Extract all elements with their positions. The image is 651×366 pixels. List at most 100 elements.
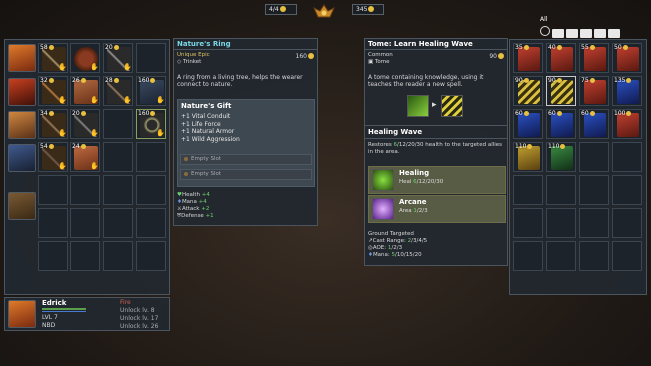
hand-icon: ✋ xyxy=(58,162,67,170)
store-slot[interactable]: 35 xyxy=(513,43,543,73)
filter-label: All xyxy=(540,16,548,23)
store-slot[interactable] xyxy=(513,175,543,205)
inventory-slot[interactable] xyxy=(38,208,68,238)
gem-slot[interactable]: Empty Slot xyxy=(180,154,312,165)
store-slot[interactable] xyxy=(579,175,609,205)
character-portrait xyxy=(8,300,36,328)
inventory-slot[interactable]: 28 ✋ xyxy=(103,76,133,106)
tooltip-title: Nature's Ring xyxy=(177,40,231,48)
store-slot[interactable] xyxy=(513,208,543,238)
item-price: 135 xyxy=(614,77,631,84)
store-slot[interactable]: 110 xyxy=(546,142,576,172)
store-slot[interactable]: 40 xyxy=(546,43,576,73)
healing-icon xyxy=(372,169,394,191)
hero-portrait-2[interactable] xyxy=(8,78,36,106)
inventory-slot[interactable] xyxy=(136,175,166,205)
store-slot[interactable]: 60 xyxy=(513,109,543,139)
store-slot[interactable] xyxy=(546,175,576,205)
filter-all-icon[interactable] xyxy=(540,26,550,36)
book-small-icon: ▣ xyxy=(368,59,374,65)
stat-label: Health xyxy=(181,192,200,198)
inventory-slot[interactable] xyxy=(136,142,166,172)
inventory-slot[interactable]: 20 ✋ xyxy=(70,109,100,139)
store-slot[interactable] xyxy=(612,241,642,271)
filter-trinkets-icon[interactable] xyxy=(580,29,592,38)
hero-portrait-1[interactable] xyxy=(8,44,36,72)
tag-text: /12/20/30 xyxy=(416,179,444,185)
divider xyxy=(365,125,507,126)
inventory-slot[interactable] xyxy=(70,208,100,238)
item-price: 40 xyxy=(548,44,562,51)
hand-icon: ✋ xyxy=(156,96,165,104)
inventory-slot[interactable] xyxy=(103,241,133,271)
store-slot[interactable] xyxy=(612,175,642,205)
spell-name: Healing Wave xyxy=(368,128,423,136)
store-slot[interactable] xyxy=(579,241,609,271)
stat-health: ♥Health +4 xyxy=(177,192,214,199)
hand-icon: ✋ xyxy=(58,129,67,137)
stat-value: +2 xyxy=(201,206,210,212)
inventory-slot[interactable] xyxy=(103,208,133,238)
stat-rest: /10/15/20 xyxy=(395,252,422,258)
item-price: 54 xyxy=(40,143,54,150)
hero-portrait-3[interactable] xyxy=(8,111,36,139)
store-slot[interactable]: 90 xyxy=(513,76,543,106)
item-rarity: Unique Epic xyxy=(177,52,210,58)
filter-tomes-icon[interactable] xyxy=(608,29,620,38)
hero-portrait-4[interactable] xyxy=(8,144,36,172)
stat-label: Attack xyxy=(181,206,200,212)
store-slot[interactable]: 135 xyxy=(612,76,642,106)
inventory-slot[interactable]: 20 ✋ xyxy=(103,43,133,73)
inventory-slot[interactable]: 54 ✋ xyxy=(38,142,68,172)
inventory-slot[interactable] xyxy=(103,175,133,205)
character-level: LVL 7 xyxy=(42,314,58,321)
filter-potions-icon[interactable] xyxy=(594,29,606,38)
inventory-slot[interactable] xyxy=(103,142,133,172)
gem-slot[interactable]: Empty Slot xyxy=(180,169,312,180)
inventory-slot[interactable] xyxy=(38,175,68,205)
store-slot[interactable]: 110 xyxy=(513,142,543,172)
inventory-slot[interactable] xyxy=(70,241,100,271)
arrow-right-icon: ▸ xyxy=(432,100,437,110)
inventory-slot[interactable]: 160 ✋ xyxy=(136,76,166,106)
inventory-slot[interactable]: ✋ xyxy=(70,43,100,73)
inventory-slot[interactable]: 26 ✋ xyxy=(70,76,100,106)
backpack-icon[interactable] xyxy=(8,192,36,220)
store-slot[interactable]: 55 xyxy=(579,43,609,73)
inventory-slot[interactable] xyxy=(136,43,166,73)
item-price: 60 xyxy=(581,110,595,117)
character-card: Edrick LVL 7 NBD Fire Unlock lv. 8 Unloc… xyxy=(4,297,170,331)
store-slot[interactable]: 50 xyxy=(612,43,642,73)
store-slot[interactable] xyxy=(579,208,609,238)
inventory-slot[interactable]: 24 ✋ xyxy=(70,142,100,172)
hand-icon: ✋ xyxy=(58,63,67,71)
filter-armor-icon[interactable] xyxy=(566,29,578,38)
inventory-slot-selected[interactable]: 160 ✋ xyxy=(136,109,166,139)
store-slot[interactable] xyxy=(513,241,543,271)
inventory-slot[interactable] xyxy=(103,109,133,139)
item-price: 55 xyxy=(581,44,595,51)
gift-line: +1 Natural Armor xyxy=(181,128,235,135)
store-slot[interactable]: 60 xyxy=(546,109,576,139)
store-slot[interactable] xyxy=(546,241,576,271)
filter-weapons-icon[interactable] xyxy=(552,29,564,38)
tome-tooltip: Tome: Learn Healing Wave Common ▣ Tome 9… xyxy=(364,38,508,266)
store-slot[interactable] xyxy=(546,208,576,238)
tag-detail: Heal 6/12/20/30 xyxy=(399,179,443,185)
store-slot[interactable]: 100 xyxy=(612,109,642,139)
inventory-slot[interactable] xyxy=(70,175,100,205)
inventory-slot[interactable] xyxy=(136,208,166,238)
arcane-icon xyxy=(372,198,394,220)
inventory-slot[interactable]: 32 ✋ xyxy=(38,76,68,106)
inventory-slot[interactable] xyxy=(136,241,166,271)
store-slot[interactable]: 60 xyxy=(579,109,609,139)
item-price: 75 xyxy=(581,77,595,84)
inventory-slot[interactable] xyxy=(38,241,68,271)
store-slot[interactable] xyxy=(612,142,642,172)
inventory-slot[interactable]: 58 ✋ xyxy=(38,43,68,73)
inventory-slot[interactable]: 34 ✋ xyxy=(38,109,68,139)
store-slot[interactable] xyxy=(612,208,642,238)
store-slot[interactable] xyxy=(579,142,609,172)
store-slot[interactable]: 75 xyxy=(579,76,609,106)
store-slot-selected[interactable]: 90 xyxy=(546,76,576,106)
